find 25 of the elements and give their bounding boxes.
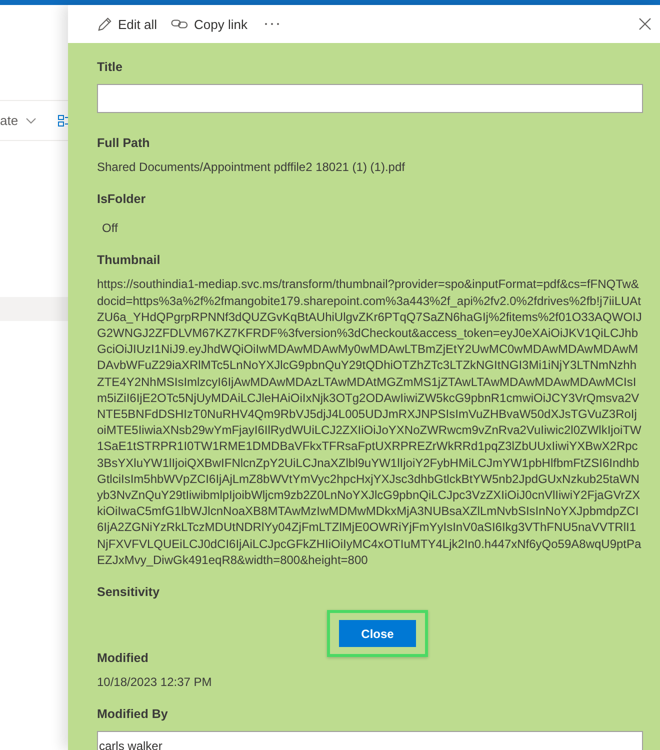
- field-label: Modified: [97, 650, 150, 666]
- copy-link-button[interactable]: Copy link: [171, 16, 248, 32]
- field-label: Full Path: [97, 135, 151, 151]
- toggle-value[interactable]: Off: [97, 220, 643, 236]
- field-label: Thumbnail: [97, 252, 162, 268]
- more-icon: [264, 22, 280, 26]
- close-button[interactable]: [639, 18, 651, 30]
- more-button[interactable]: [264, 22, 280, 26]
- link-icon: [171, 18, 188, 30]
- chevron-down-icon: [26, 118, 36, 124]
- field-value: Shared Documents/Appointment pdffile2 18021 (1) (1).pdf: [97, 159, 406, 176]
- field-label: IsFolder: [97, 191, 147, 208]
- field-value: 10/18/2023 12:37 PM: [97, 674, 213, 690]
- field-value: https://southindia1-mediap.svc.ms/transform/thumbnail?provider=spo&inputFormat=pdf&cs=fFNQTw&docid=https%3a%2f%2fmangobite179.sharepoint.com%3a443%2f_api%2fv2.0%2fdrives%2fb!j7iiLUAtZU6a_YHdQPgrpRPNNf3dQUZGvKqBtAUhiUlgvZKr6PTqQ7SaZN6haGIj%2fitems%2f01O33AQWOIJG2WNGJ2ZFDLVM67KZ7KFRDF%3fversion%3dCheckout&access_token=eyJ0eXAiOiJKV1QiLCJhbGciOiJIUzI1NiJ9.eyJhdWQiOiIwMDAwMDAwMy0wMDAwLTBmZjEtY2UwMC0wMDAwMDAwMDAwMDAvbWFuZ29iaXRlMTc5LnNoYXJlcG9pbnQuY29tQDhiOTZhZTc3LTZkNGItNGI3Mi1iNjY3LTNmNzhhZTE4Y2NhMSIsImlzcyI6IjAwMDAwMDAzLTAwMDAtMGZmMS1jZTAwLTAwMDAwMDAwMDAwMCIsIm5iZiI6IjE2OTc5NjUyMDAiLCJleHAiOiIxNjk3OTg2ODAwIiwiZW5kcG9pbnR1cmwiOiJCY3VrQmsva2VNTE5BNFdDSHIzT0NuRHV4Qm9RbVJ5djJ4L005UDJmRXJNPSIsImVuZHBvaW50dXJsTGVuZ3RoIjoiMTE5IiwiaXNsb29wYmFjayI6IlRydWUiLCJ2ZXIiOiJoYXNoZWRwcm9vZnRva2VuIiwic2l0ZWlkIjoiTW1SaE1tSTRPR1I0TW1RME1DMDBaVFkxTFRsaFptUXRPREZrWkRRd1pqZ3lZbUUxIiwiYXBwX2Rpc3BsYXluYW1lIjoiQXBwIFNlcnZpY2UiLCJnaXZlbl9uYW1lIjoiY2FybHMiLCJmYW1pbHlfbmFtZSI6IndhbGtlciIsIm5hbWVpZCI6IjAjLmZ8bWVtYmVyc2hpcHxjYXJsc3dhbGtlckBtYW5nb2JpdGUxNzkub25taWNyb3NvZnQuY29tIiwibmlpIjoibWljcm9zb2Z0LnNoYXJlcG9pbnQiLCJpc3VzZXIiOiJ0cnVlIiwiY2FjaGVrZXkiOiIwaC5mfG1lbWJlcnNoaXB8MTAwMzIwMDMwMDkxMjA3NUBsaXZlLmNvbSIsInNoYXJpbmdpZCI6IjA2ZGNiYzRkLTczMDUtNDRlYy04ZjFmLTZlMjE0OWRiYjFmYyIsInV0aSI6Ikg3VThFNU5naVVTRlI1NjFXVFVLQUEiLCJ0dCI6IjAiLCJpcGFkZHIiOiIyMC4xOTIuMTY4Ljk2In0.h447xNf6yQo59A8wqU9ptPaEZJxMvy_DiwGk491eqR8&width=800&height=800: [97, 276, 643, 568]
- toolbar-label[interactable]: ate: [0, 113, 18, 128]
- edit-all-button[interactable]: Edit all: [97, 16, 158, 32]
- field-label: Sensitivity: [97, 584, 161, 600]
- close-button[interactable]: Close: [339, 620, 416, 647]
- close-icon: [639, 18, 651, 30]
- field-label: Title: [97, 59, 124, 75]
- field-label: Modified By: [97, 706, 169, 722]
- list-icon: [58, 114, 68, 126]
- input-field[interactable]: carls walker: [97, 731, 643, 750]
- pencil-icon: [97, 16, 112, 32]
- input-field[interactable]: [97, 84, 643, 113]
